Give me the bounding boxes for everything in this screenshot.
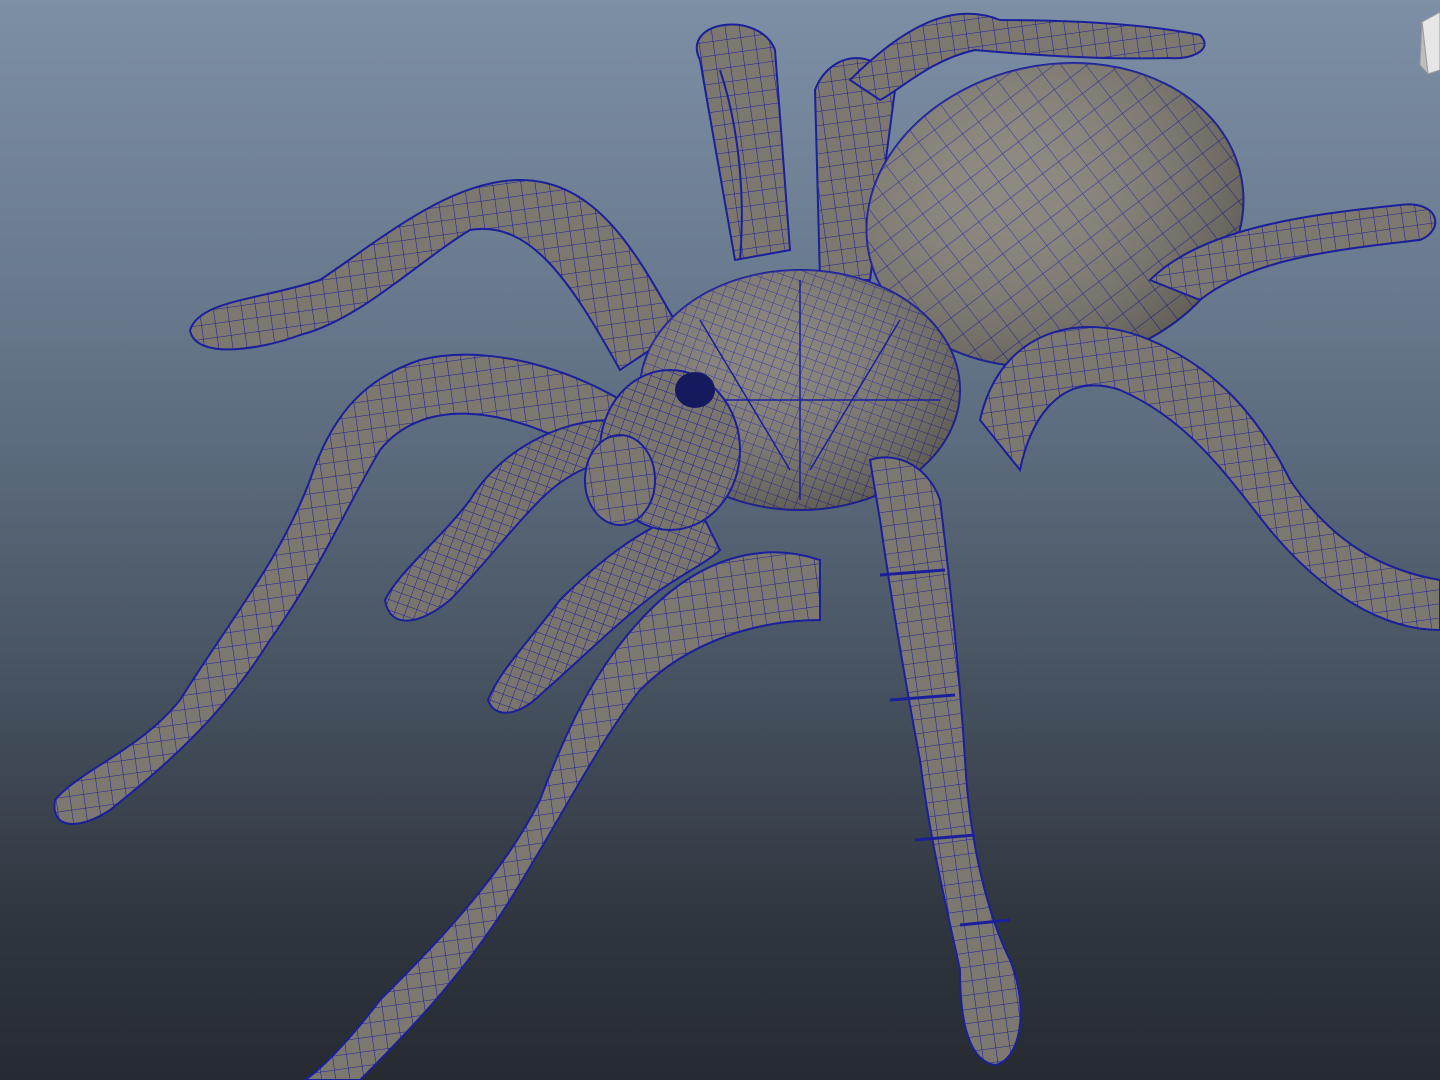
leg-right-middle[interactable] [978,326,1440,632]
spider-model[interactable] [0,0,1440,1080]
spider-eye-icon [675,372,715,408]
leg-right-front[interactable] [868,456,1022,1067]
view-cube-icon[interactable] [1410,10,1440,80]
leg-left-rear[interactable] [188,178,682,372]
leg-back-left-top[interactable] [696,23,792,262]
3d-viewport[interactable] [0,0,1440,1080]
